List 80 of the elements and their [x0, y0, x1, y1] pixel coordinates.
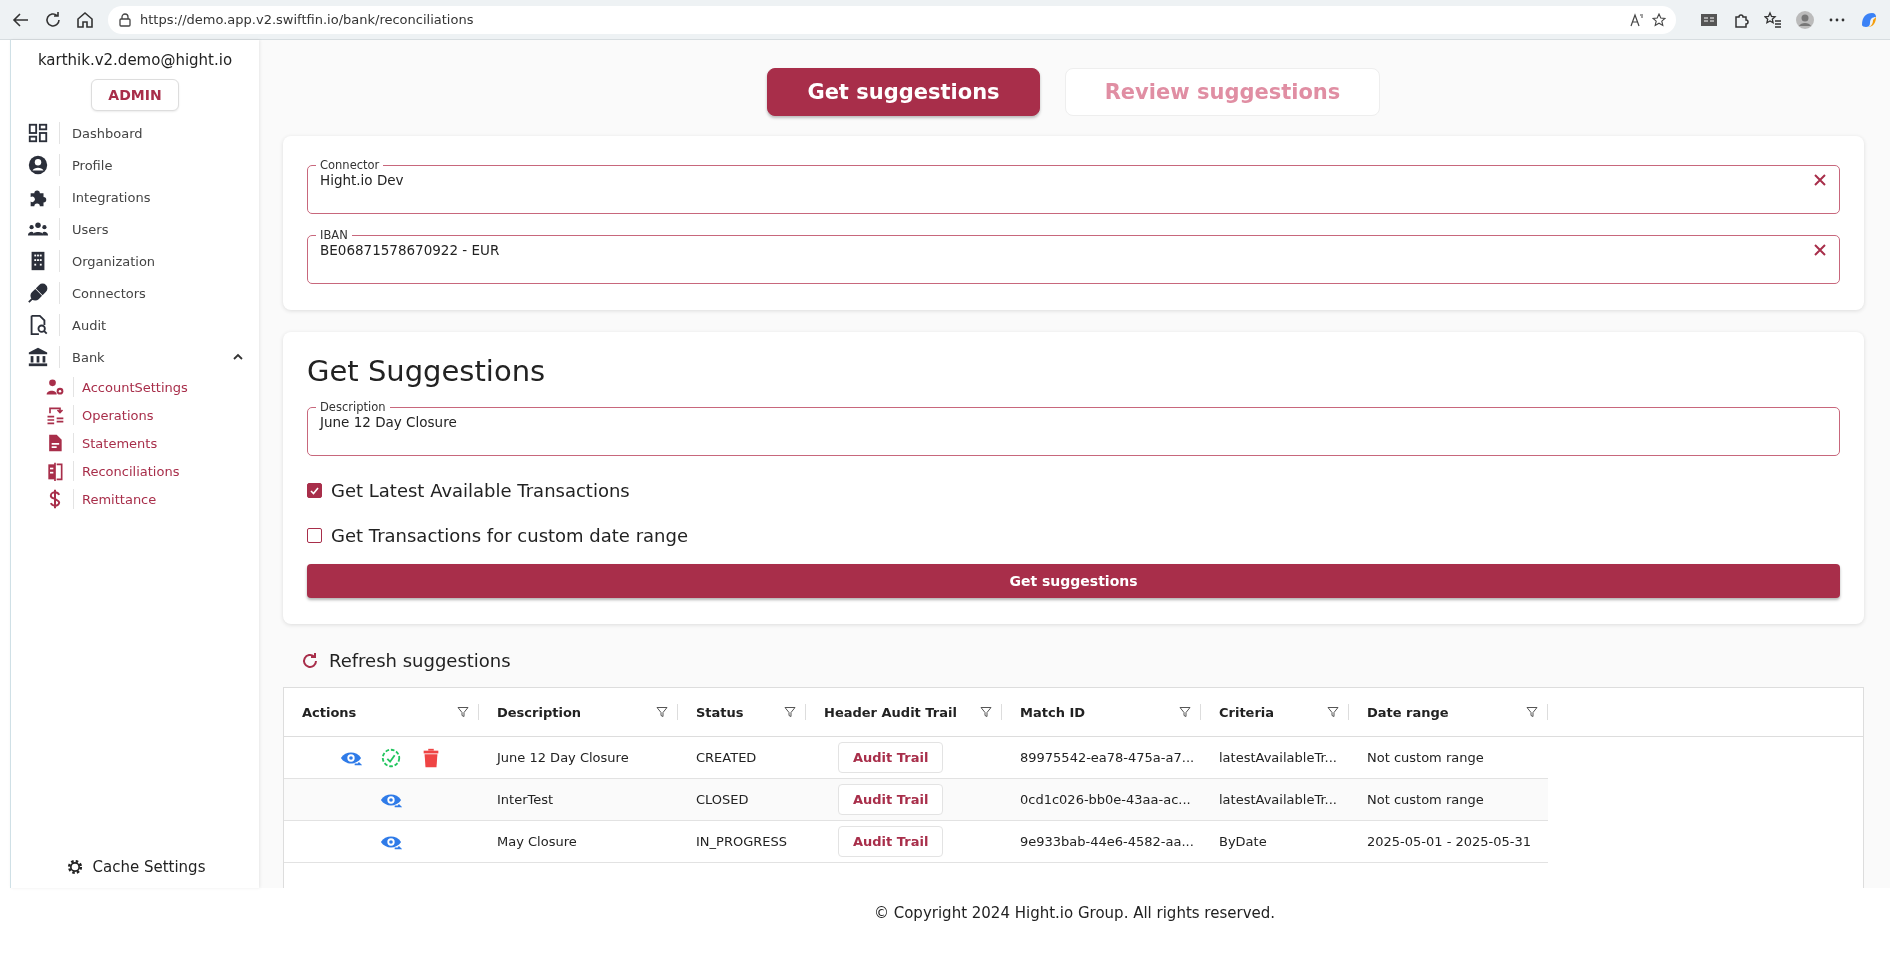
favorites-icon[interactable]	[1764, 10, 1782, 29]
column-header: Criteria	[1219, 704, 1276, 720]
checkmark-icon	[309, 485, 320, 496]
nav-item[interactable]: Connectors	[11, 277, 259, 309]
table-cell: latestAvailableTr...	[1219, 750, 1337, 765]
close-icon[interactable]	[1813, 173, 1827, 187]
checkbox-label: Get Latest Available Transactions	[331, 480, 630, 501]
audit-trail-button[interactable]: Audit Trail	[838, 826, 944, 857]
table-cell: IN_PROGRESS	[696, 834, 787, 849]
user-gear-icon	[45, 377, 65, 397]
bank-icon	[27, 346, 49, 368]
filter-icon[interactable]	[1327, 706, 1339, 718]
select-field[interactable]: IBAN BE06871578670922 - EUR	[307, 228, 1840, 284]
back-icon[interactable]	[12, 10, 30, 29]
column-header: Match ID	[1020, 704, 1087, 720]
nav-subitem[interactable]: Reconciliations	[11, 457, 259, 485]
column-header: Status	[696, 704, 745, 720]
table-cell: June 12 Day Closure	[497, 750, 629, 765]
table-cell: May Closure	[497, 834, 577, 849]
filter-icon[interactable]	[1526, 706, 1538, 718]
table-cell: CLOSED	[696, 792, 749, 807]
nav-item[interactable]: Integrations	[11, 181, 259, 213]
user-email: karthik.v2.demo@hight.io	[36, 51, 234, 69]
column-header: Description	[497, 704, 583, 720]
checkbox[interactable]	[307, 528, 322, 543]
section-title: Get Suggestions	[307, 354, 547, 388]
filter-icon[interactable]	[1179, 706, 1191, 718]
audit-trail-button[interactable]: Audit Trail	[838, 784, 944, 815]
address-bar[interactable]: https://demo.app.v2.swiftfin.io/bank/reconciliations	[108, 5, 1676, 34]
dashboard-icon	[27, 122, 49, 144]
refresh-button[interactable]: Refresh suggestions	[301, 650, 511, 671]
nav-subitem[interactable]: Statements	[11, 429, 259, 457]
nav-subitem[interactable]: Remittance	[11, 485, 259, 513]
refresh-icon	[301, 651, 319, 670]
cache-settings-button[interactable]: Cache Settings	[11, 856, 259, 878]
nav-subitem[interactable]: AccountSettings	[11, 373, 259, 401]
table-cell: InterTest	[497, 792, 554, 807]
star-icon[interactable]	[1652, 12, 1666, 27]
reload-icon[interactable]	[44, 10, 62, 29]
copilot-icon[interactable]	[1860, 10, 1878, 29]
table-cell: CREATED	[696, 750, 757, 765]
filter-icon[interactable]	[457, 706, 469, 718]
nav-item[interactable]: Dashboard	[11, 117, 259, 149]
nav-item[interactable]: Audit	[11, 309, 259, 341]
lock-icon[interactable]	[118, 12, 132, 27]
copyright-text: © Copyright 2024 Hight.io Group. All rights reserved.	[872, 904, 1277, 922]
checkbox-label: Get Transactions for custom date range	[331, 525, 688, 546]
filter-icon[interactable]	[784, 706, 796, 718]
table-cell: Not custom range	[1367, 792, 1484, 807]
table-cell: ByDate	[1219, 834, 1267, 849]
filter-icon[interactable]	[656, 706, 668, 718]
table-cell: 9e933bab-44e6-4582-aa...	[1020, 834, 1194, 849]
checkbox[interactable]	[307, 483, 322, 498]
table-cell: Not custom range	[1367, 750, 1484, 765]
column-header: Header Audit Trail	[824, 704, 958, 720]
avatar-icon[interactable]	[1796, 10, 1814, 29]
home-icon[interactable]	[76, 10, 94, 29]
read-aloud-icon[interactable]	[1630, 12, 1644, 27]
nav-item[interactable]: Organization	[11, 245, 259, 277]
filter-icon[interactable]	[980, 706, 992, 718]
transfer-icon	[45, 405, 65, 425]
table-cell: 0cd1c026-bb0e-43aa-ac...	[1020, 792, 1191, 807]
split-document-icon	[45, 461, 65, 481]
column-header: Date range	[1367, 704, 1450, 720]
table-cell: latestAvailableTr...	[1219, 792, 1337, 807]
column-header: Actions	[302, 704, 358, 720]
user-circle-icon	[27, 154, 49, 176]
table-cell: 89975542-ea78-475a-a7...	[1020, 750, 1195, 765]
nav-subitem[interactable]: Operations	[11, 401, 259, 429]
select-field[interactable]: Connector Hight.io Dev	[307, 158, 1840, 214]
input-field[interactable]: Description June 12 Day Closure	[307, 400, 1840, 456]
close-icon[interactable]	[1813, 243, 1827, 257]
nav-item[interactable]: Users	[11, 213, 259, 245]
table-cell: 2025-05-01 - 2025-05-31	[1367, 834, 1532, 849]
get-suggestions-button[interactable]: Get suggestions	[307, 564, 1840, 598]
nav-item[interactable]: Profile	[11, 149, 259, 181]
role-badge[interactable]: ADMIN	[91, 79, 179, 111]
tab[interactable]: Get suggestions	[767, 68, 1040, 116]
nav-item[interactable]: Bank	[11, 341, 259, 373]
audit-trail-button[interactable]: Audit Trail	[838, 742, 944, 773]
